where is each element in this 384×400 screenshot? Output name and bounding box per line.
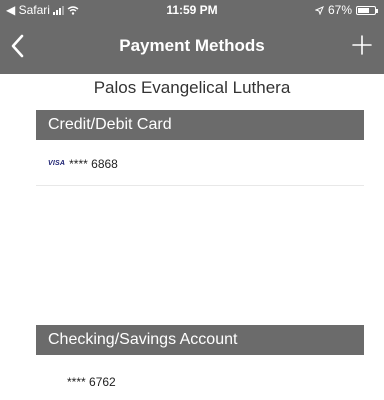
bank-masked-number: **** 6762 [67,375,116,389]
section-header-bank: Checking/Savings Account [36,325,364,355]
card-masked-number: **** 6868 [69,156,118,171]
location-arrow-icon [314,5,324,15]
visa-logo: VISA [48,160,66,167]
bank-account-row[interactable]: **** 6762 [36,360,364,400]
add-payment-method-button[interactable] [348,28,376,60]
payment-card-row[interactable]: VISA **** 6868 [36,142,364,186]
battery-fill [358,7,369,13]
section-header-cards: Credit/Debit Card [36,110,364,140]
status-right: 67% [314,3,378,17]
battery-icon [356,5,378,15]
page-title: Payment Methods [119,36,265,55]
organization-name: Palos Evangelical Luthera [93,78,291,97]
plus-icon [352,35,372,55]
navigation-bar: Payment Methods [0,20,384,74]
battery-percent: 67% [327,3,352,17]
status-bar: ◀ Safari 11:59 PM 67% [0,0,384,20]
